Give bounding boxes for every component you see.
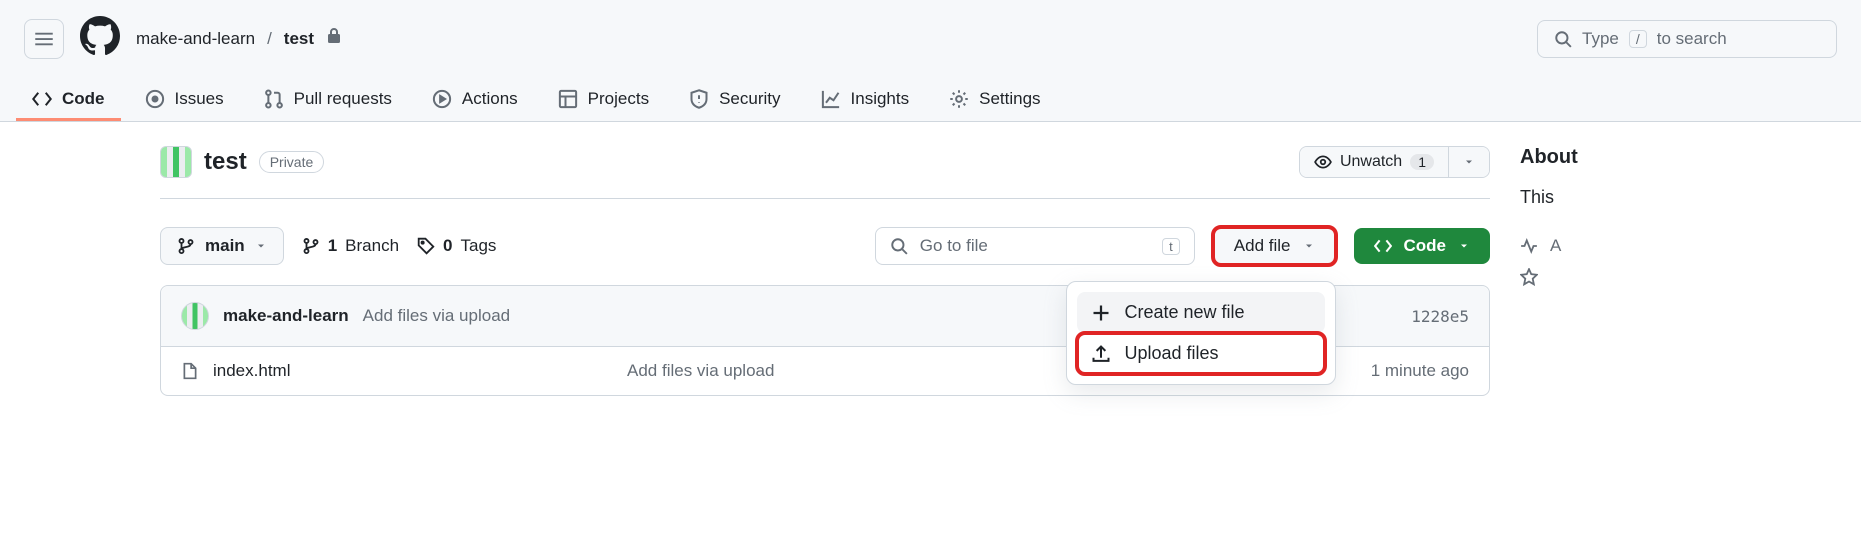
search-kbd: / [1629, 30, 1647, 48]
activity-link[interactable]: A [1520, 230, 1578, 262]
search-icon [1554, 30, 1572, 48]
watch-count: 1 [1410, 154, 1434, 170]
code-icon [32, 89, 52, 109]
security-icon [689, 89, 709, 109]
breadcrumb: make-and-learn / test [136, 28, 342, 49]
branch-selector[interactable]: main [160, 227, 284, 265]
projects-icon [558, 89, 578, 109]
file-name[interactable]: index.html [213, 361, 613, 381]
tab-issues[interactable]: Issues [129, 77, 240, 121]
hamburger-menu[interactable] [24, 19, 64, 59]
add-file-button[interactable]: Add file [1213, 227, 1336, 265]
upload-icon [1091, 344, 1111, 364]
tab-security[interactable]: Security [673, 77, 796, 121]
lock-icon [326, 28, 342, 49]
gotofile-kbd: t [1162, 238, 1180, 255]
visibility-badge: Private [259, 151, 325, 173]
search-icon [890, 237, 908, 255]
create-new-file-item[interactable]: Create new file [1077, 292, 1325, 333]
tab-code[interactable]: Code [16, 77, 121, 121]
search-prefix: Type [1582, 29, 1619, 49]
chevron-down-icon [255, 240, 267, 252]
tag-icon [417, 237, 435, 255]
hamburger-icon [34, 29, 54, 49]
unwatch-button[interactable]: Unwatch 1 [1300, 147, 1448, 177]
upload-files-item[interactable]: Upload files [1077, 333, 1325, 374]
commit-sha[interactable]: 1228e5 [1411, 307, 1469, 326]
repo-avatar [160, 146, 192, 178]
breadcrumb-owner[interactable]: make-and-learn [136, 29, 255, 49]
github-icon [80, 16, 120, 56]
plus-icon [1091, 303, 1111, 323]
watch-button-group: Unwatch 1 [1299, 146, 1490, 178]
about-desc: This [1520, 187, 1578, 208]
code-icon [1374, 237, 1392, 255]
watch-dropdown-toggle[interactable] [1448, 147, 1489, 177]
search-suffix: to search [1657, 29, 1727, 49]
branch-icon [302, 237, 320, 255]
commit-message[interactable]: Add files via upload [363, 306, 510, 326]
tab-insights[interactable]: Insights [805, 77, 926, 121]
avatar [181, 302, 209, 330]
tab-settings[interactable]: Settings [933, 77, 1056, 121]
chevron-down-icon [1458, 240, 1470, 252]
chevron-down-icon [1303, 240, 1315, 252]
search-input[interactable]: Type / to search [1537, 20, 1837, 58]
page-title: test [204, 148, 247, 176]
breadcrumb-slash: / [267, 29, 272, 49]
commit-author[interactable]: make-and-learn [223, 306, 349, 326]
about-heading: About [1520, 146, 1578, 169]
add-file-dropdown: Create new file Upload files [1066, 281, 1336, 385]
breadcrumb-repo[interactable]: test [284, 29, 314, 49]
pulls-icon [264, 89, 284, 109]
actions-icon [432, 89, 452, 109]
file-icon [181, 362, 199, 380]
star-link[interactable] [1520, 262, 1578, 292]
issues-icon [145, 89, 165, 109]
branch-count-link[interactable]: 1 Branch [302, 236, 399, 256]
eye-icon [1314, 153, 1332, 171]
tab-pulls[interactable]: Pull requests [248, 77, 408, 121]
tab-projects[interactable]: Projects [542, 77, 665, 121]
code-button[interactable]: Code [1354, 228, 1491, 264]
tab-actions[interactable]: Actions [416, 77, 534, 121]
insights-icon [821, 89, 841, 109]
activity-icon [1520, 237, 1538, 255]
github-logo[interactable] [80, 16, 120, 61]
gear-icon [949, 89, 969, 109]
go-to-file-input[interactable]: Go to file t [875, 227, 1195, 265]
tag-count-link[interactable]: 0 Tags [417, 236, 496, 256]
chevron-down-icon [1463, 156, 1475, 168]
star-icon [1520, 268, 1538, 286]
branch-icon [177, 237, 195, 255]
